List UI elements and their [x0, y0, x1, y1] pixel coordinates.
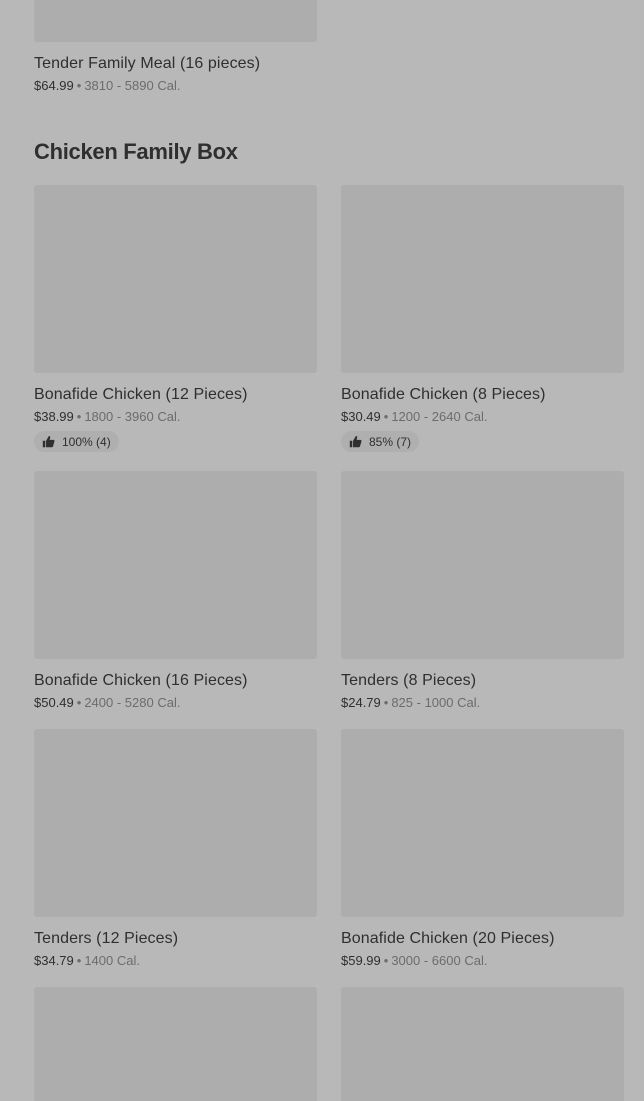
menu-item-calories: 1400 Cal. [84, 953, 140, 968]
menu-item-card[interactable] [34, 987, 317, 1101]
menu-item-name: Tenders (8 Pieces) [341, 672, 477, 689]
separator-dot: • [76, 695, 82, 710]
thumbs-up-icon [42, 435, 55, 448]
thumbs-up-icon [349, 435, 362, 448]
menu-item-calories: 825 - 1000 Cal. [391, 695, 481, 710]
rating-badge: 100% (4) [34, 431, 119, 452]
menu-item-price: $64.99 [34, 78, 74, 93]
menu-item-meta: $38.99 • 1800 - 3960 Cal. [34, 408, 317, 425]
menu-item-image[interactable] [34, 987, 317, 1101]
menu-item-card[interactable]: Bonafide Chicken (12 Pieces) $38.99 • 1800… [34, 185, 317, 453]
menu-item-price: $59.99 [341, 953, 381, 968]
menu-item-image[interactable] [34, 0, 317, 42]
menu-item-image[interactable] [34, 729, 317, 917]
menu-item-image[interactable] [341, 987, 624, 1101]
menu-item-name: Bonafide Chicken (16 Pieces) [34, 672, 248, 689]
menu-item-image[interactable] [34, 185, 317, 373]
menu-item-name: Bonafide Chicken (20 Pieces) [341, 930, 555, 947]
menu-item-name: Tender Family Meal (16 pieces) [34, 55, 261, 72]
rating-text: 85% (7) [369, 434, 412, 449]
separator-dot: • [76, 953, 82, 968]
menu-item-calories: 1200 - 2640 Cal. [391, 409, 488, 424]
menu-item-card[interactable]: Bonafide Chicken (16 Pieces) $50.49 • 2400… [34, 471, 317, 711]
menu-item-calories: 3000 - 6600 Cal. [391, 953, 488, 968]
menu-item-meta: $34.79 • 1400 Cal. [34, 952, 317, 969]
menu-item-calories: 1800 - 3960 Cal. [84, 409, 181, 424]
menu-page: Tender Family Meal (16 pieces) $64.99 • 38… [0, 0, 644, 1101]
menu-item-meta: $64.99 • 3810 - 5890 Cal. [34, 77, 317, 94]
separator-dot: • [383, 409, 389, 424]
menu-item-meta: $30.49 • 1200 - 2640 Cal. [341, 408, 624, 425]
menu-item-card[interactable]: Tenders (8 Pieces) $24.79 • 825 - 1000 Cal… [341, 471, 624, 711]
menu-item-card[interactable]: Bonafide Chicken (8 Pieces) $30.49 • 1200 … [341, 185, 624, 453]
menu-item-card[interactable]: Tenders (12 Pieces) $34.79 • 1400 Cal. [34, 729, 317, 969]
menu-item-price: $38.99 [34, 409, 74, 424]
menu-item-card[interactable] [341, 987, 624, 1101]
menu-item-calories: 2400 - 5280 Cal. [84, 695, 181, 710]
rating-badge: 85% (7) [341, 431, 420, 452]
menu-item-image[interactable] [34, 471, 317, 659]
separator-dot: • [76, 409, 82, 424]
section-title: Chicken Family Box [34, 139, 238, 164]
menu-item-name: Tenders (12 Pieces) [34, 930, 179, 947]
menu-item-image[interactable] [341, 729, 624, 917]
menu-item-meta: $24.79 • 825 - 1000 Cal. [341, 694, 624, 711]
menu-item-card[interactable]: Tender Family Meal (16 pieces) $64.99 • 38… [34, 0, 317, 94]
menu-item-price: $30.49 [341, 409, 381, 424]
menu-item-image[interactable] [341, 185, 624, 373]
menu-item-image[interactable] [341, 471, 624, 659]
menu-item-calories: 3810 - 5890 Cal. [84, 78, 181, 93]
menu-item-price: $24.79 [341, 695, 381, 710]
separator-dot: • [383, 695, 389, 710]
menu-item-meta: $59.99 • 3000 - 6600 Cal. [341, 952, 624, 969]
menu-item-name: Bonafide Chicken (8 Pieces) [341, 386, 546, 403]
menu-item-meta: $50.49 • 2400 - 5280 Cal. [34, 694, 317, 711]
rating-text: 100% (4) [62, 434, 111, 449]
menu-item-price: $50.49 [34, 695, 74, 710]
separator-dot: • [383, 953, 389, 968]
separator-dot: • [76, 78, 82, 93]
menu-item-card[interactable]: Bonafide Chicken (20 Pieces) $59.99 • 3000… [341, 729, 624, 969]
menu-item-name: Bonafide Chicken (12 Pieces) [34, 386, 248, 403]
menu-item-price: $34.79 [34, 953, 74, 968]
